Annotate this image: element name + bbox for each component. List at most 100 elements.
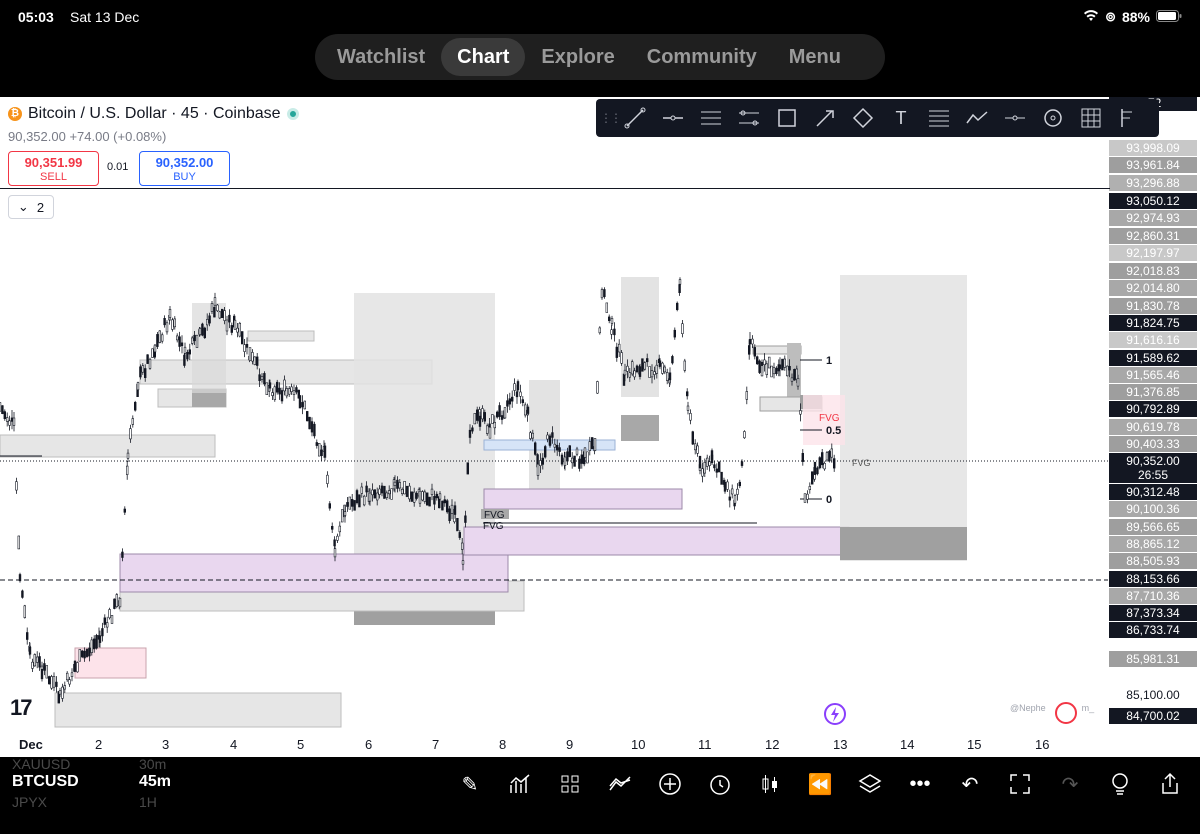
candle-body <box>686 405 690 411</box>
candle-body <box>498 405 501 417</box>
idea-icon[interactable] <box>1105 769 1135 799</box>
table-icon[interactable] <box>1074 102 1108 134</box>
candles-icon[interactable] <box>755 769 785 799</box>
candle-body <box>81 650 84 658</box>
tab-community[interactable]: Community <box>631 38 773 76</box>
horizontal-line-icon[interactable] <box>656 102 690 134</box>
candle-body <box>633 370 636 378</box>
candle-body <box>223 310 226 321</box>
drag-handle-icon[interactable]: ⋮⋮ <box>600 111 622 125</box>
layouts-icon[interactable] <box>555 769 585 799</box>
candle-body <box>315 442 318 446</box>
candle-body <box>593 438 597 451</box>
price-scale-label: 90,619.78 <box>1109 419 1197 435</box>
tab-watchlist[interactable]: Watchlist <box>321 38 441 76</box>
zone-box <box>483 488 683 510</box>
share-icon[interactable] <box>1155 769 1185 799</box>
tab-menu[interactable]: Menu <box>773 38 857 76</box>
pencil-icon[interactable]: ✎ <box>455 769 485 799</box>
path-icon[interactable] <box>960 102 994 134</box>
bitcoin-icon: ₿ <box>8 107 22 121</box>
candle-body <box>148 358 152 369</box>
candle-body <box>268 382 272 389</box>
arrow-icon[interactable] <box>808 102 842 134</box>
sell-button[interactable]: 90,351.99 SELL <box>8 151 99 186</box>
price-scale-label: 93,296.88 <box>1109 175 1197 191</box>
candle-body <box>738 481 742 487</box>
candle-body <box>536 463 540 476</box>
candle-body <box>383 485 386 499</box>
price-scale[interactable]: .7293,998.0993,961.8493,296.8893,050.129… <box>1108 97 1200 757</box>
indicators-icon[interactable] <box>505 769 535 799</box>
alarm-icon[interactable] <box>705 769 735 799</box>
candle-body <box>715 468 719 473</box>
candle-body <box>573 455 576 467</box>
candle-body <box>445 500 449 513</box>
candle-body <box>685 391 689 397</box>
indicators-toggle[interactable]: ⌄ 2 <box>8 195 54 219</box>
chart-canvas[interactable]: FVG FVG FVG FVG 1 0.5 0 <box>0 97 1108 757</box>
candle-body <box>201 323 204 336</box>
candle-body <box>113 598 116 609</box>
regression-trend-icon[interactable] <box>732 102 766 134</box>
symbol-picker[interactable]: BTCUSD <box>12 773 79 791</box>
layers-icon[interactable] <box>855 769 885 799</box>
add-icon[interactable] <box>655 769 685 799</box>
candle-body <box>521 399 525 404</box>
candle-body <box>378 488 381 495</box>
candle-body <box>588 441 592 452</box>
pitchfork-icon[interactable] <box>1112 102 1146 134</box>
undo-icon[interactable]: ↶ <box>955 769 985 799</box>
price-scale-label: 90,100.36 <box>1109 501 1197 517</box>
status-bar: 05:03 Sat 13 Dec ⊚ 88% <box>0 0 1200 34</box>
tab-explore[interactable]: Explore <box>525 38 630 76</box>
compare-icon[interactable] <box>605 769 635 799</box>
candle-body <box>801 452 805 462</box>
tab-chart[interactable]: Chart <box>441 38 526 76</box>
polygon-icon[interactable] <box>846 102 880 134</box>
candle-body <box>720 471 723 485</box>
candle-body <box>500 415 504 420</box>
parallel-channel-icon[interactable] <box>694 102 728 134</box>
candle-body <box>141 365 144 373</box>
candle-body <box>73 660 77 672</box>
status-icons: ⊚ 88% <box>1083 9 1182 25</box>
candle-body <box>717 461 721 473</box>
candle-body <box>258 374 261 382</box>
redo-icon[interactable]: ↷ <box>1055 769 1085 799</box>
candle-body <box>15 481 18 491</box>
symbol-header[interactable]: ₿ Bitcoin / U.S. Dollar · 45 · Coinbase <box>8 105 299 123</box>
chart-area[interactable]: FVG FVG FVG FVG 1 0.5 0 ₿ Bitcoin / U.S.… <box>0 97 1200 757</box>
candle-body <box>641 358 644 372</box>
candle-body <box>251 352 254 362</box>
candle-body <box>355 490 359 504</box>
candle-body <box>468 429 472 438</box>
buy-button[interactable]: 90,352.00 BUY <box>139 151 230 186</box>
text-icon[interactable]: T <box>884 102 918 134</box>
candle-body <box>506 400 509 407</box>
trend-line-icon[interactable] <box>618 102 652 134</box>
candle-body <box>583 447 587 458</box>
fullscreen-icon[interactable] <box>1005 769 1035 799</box>
ray-icon[interactable] <box>998 102 1032 134</box>
symbol-title[interactable]: Bitcoin / U.S. Dollar · 45 · Coinbase <box>28 105 281 123</box>
price-scale-label: 92,014.80 <box>1109 280 1197 296</box>
candle-body <box>278 387 281 395</box>
circle-icon[interactable] <box>1036 102 1070 134</box>
bottom-icons: ✎ ⏪ ••• ↶ ↷ <box>455 769 1185 799</box>
price-scale-label: 91,830.78 <box>1109 298 1197 314</box>
replay-icon[interactable]: ⏪ <box>805 769 835 799</box>
time-axis[interactable]: Dec 2 3 4 5 6 7 8 9 10 11 12 13 14 15 16… <box>0 733 1161 757</box>
candle-body <box>98 635 102 643</box>
rectangle-icon[interactable] <box>770 102 804 134</box>
candle-body <box>772 367 776 375</box>
time-tick: 12 <box>765 737 780 752</box>
fib-retracement-icon[interactable] <box>922 102 956 134</box>
timeframe-picker[interactable]: 45m <box>139 773 171 791</box>
candle-body <box>173 318 176 328</box>
candle-body <box>206 319 209 326</box>
candle-body <box>275 381 279 393</box>
candle-body <box>423 491 426 502</box>
more-icon[interactable]: ••• <box>905 769 935 799</box>
candle-body <box>705 457 709 467</box>
